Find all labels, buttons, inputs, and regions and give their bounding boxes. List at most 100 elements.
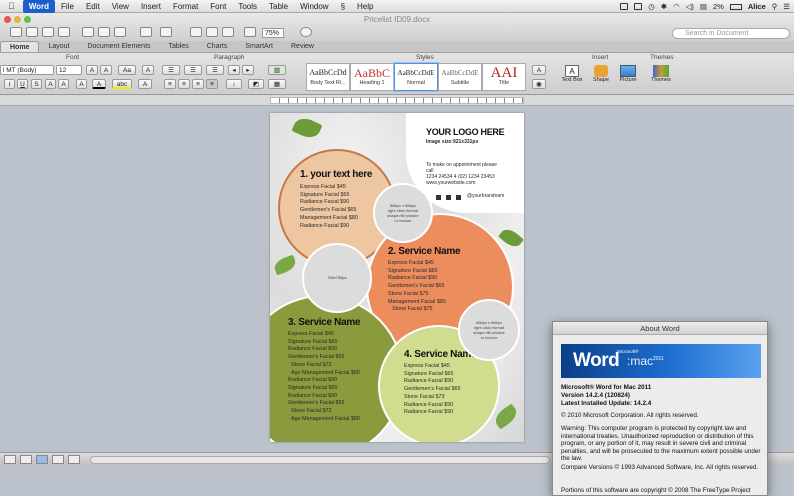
bullets-button[interactable]: ☰	[162, 65, 180, 75]
style-subtitle[interactable]: AaBbCcDdE Subtitle	[438, 63, 482, 91]
cut-icon[interactable]	[82, 27, 94, 37]
instagram-icon[interactable]	[456, 195, 461, 200]
volume-icon[interactable]: ◁)	[686, 2, 694, 11]
templates-icon[interactable]	[26, 27, 38, 37]
grow-font-button[interactable]: A	[86, 65, 98, 75]
justify-button[interactable]: ≡	[206, 79, 218, 89]
dialog-title[interactable]: About Word	[553, 322, 767, 335]
tab-review[interactable]: Review	[282, 41, 323, 52]
shape-button[interactable]: Shape	[590, 65, 612, 83]
multilevel-list-button[interactable]: ☰	[206, 65, 224, 75]
notebook-view-button[interactable]	[52, 455, 64, 464]
skype-icon[interactable]	[634, 3, 643, 10]
wifi-icon[interactable]: ◠	[673, 2, 680, 11]
style-preview: AaBbCcDdE	[441, 69, 479, 77]
copy-icon[interactable]	[98, 27, 110, 37]
menu-file[interactable]: File	[55, 0, 80, 13]
menu-font[interactable]: Font	[204, 0, 232, 13]
clock-icon[interactable]: ◷	[648, 2, 655, 11]
tab-document-elements[interactable]: Document Elements	[78, 41, 159, 52]
undo-icon[interactable]	[140, 27, 152, 37]
style-body-text[interactable]: AaBbCcDd Body Text Ri...	[306, 63, 350, 91]
show-formatting-icon[interactable]	[190, 27, 202, 37]
search-input[interactable]: Search in Document	[672, 28, 790, 39]
user-name[interactable]: Alice	[748, 2, 766, 11]
print-icon[interactable]	[58, 27, 70, 37]
text-box-button[interactable]: A Text Box	[560, 65, 584, 83]
ruler-scale[interactable]	[270, 97, 524, 104]
align-left-button[interactable]: ≡	[164, 79, 176, 89]
facebook-icon[interactable]	[436, 195, 441, 200]
superscript-button[interactable]: A	[45, 79, 56, 89]
tab-home[interactable]: Home	[0, 41, 40, 52]
text-effects-button[interactable]: A	[76, 79, 87, 89]
zoom-select[interactable]: 75%	[262, 28, 284, 38]
print-layout-view-button[interactable]	[36, 455, 48, 464]
dropbox-icon[interactable]	[620, 3, 629, 10]
line-spacing-button[interactable]: ↕	[226, 79, 242, 89]
notification-icon[interactable]: ☰	[783, 2, 790, 11]
align-right-button[interactable]: ≡	[192, 79, 204, 89]
menu-tools[interactable]: Tools	[232, 0, 263, 13]
strikethrough-button[interactable]: S	[31, 79, 42, 89]
styles-more-button[interactable]: ◉	[532, 79, 546, 89]
battery-percent[interactable]: 2%	[713, 2, 724, 11]
clear-formatting-button[interactable]: A	[142, 65, 154, 75]
change-case-button[interactable]: Aa	[118, 65, 136, 75]
flag-icon[interactable]: ▤	[700, 2, 707, 11]
redo-icon[interactable]	[160, 27, 172, 37]
app-menu-word[interactable]: Word	[22, 0, 56, 13]
tab-layout[interactable]: Layout	[39, 41, 78, 52]
tab-charts[interactable]: Charts	[198, 41, 237, 52]
menu-insert[interactable]: Insert	[135, 0, 167, 13]
shrink-font-button[interactable]: A	[100, 65, 112, 75]
menu-view[interactable]: View	[106, 0, 135, 13]
underline-button[interactable]: U	[17, 79, 28, 89]
increase-indent-button[interactable]: ▸	[242, 65, 254, 75]
save-icon[interactable]	[42, 27, 54, 37]
apple-menu-icon[interactable]: 	[0, 0, 23, 13]
subscript-button[interactable]: A	[58, 79, 69, 89]
shading-button[interactable]: ◩	[248, 79, 264, 89]
document-page[interactable]: YOUR LOGO HERE Image size:921x331px To m…	[270, 113, 524, 442]
borders-button[interactable]: ▦	[268, 79, 286, 89]
styles-pane-button[interactable]: A	[532, 65, 546, 75]
highlight-button[interactable]: abc	[112, 79, 132, 89]
draft-view-button[interactable]	[4, 455, 16, 464]
decrease-indent-button[interactable]: ◂	[228, 65, 240, 75]
numbering-button[interactable]: ☰	[184, 65, 202, 75]
help-icon[interactable]	[300, 27, 312, 37]
script-menu-icon[interactable]: §	[335, 0, 351, 13]
font-size-select[interactable]: 12	[56, 65, 82, 75]
menu-help[interactable]: Help	[351, 0, 379, 13]
new-doc-icon[interactable]	[10, 27, 22, 37]
menu-table[interactable]: Table	[263, 0, 294, 13]
style-normal[interactable]: AaBbCcDdE Normal	[394, 63, 438, 91]
tab-smartart[interactable]: SmartArt	[236, 41, 282, 52]
italic-button[interactable]: I	[4, 79, 15, 89]
themes-button[interactable]: Themes	[648, 65, 674, 83]
style-heading-1[interactable]: AaBbC Heading 1	[350, 63, 394, 91]
toolbox-icon[interactable]	[222, 27, 234, 37]
sidebar-icon[interactable]	[206, 27, 218, 37]
twitter-icon[interactable]	[446, 195, 451, 200]
spotlight-icon[interactable]: ⚲	[772, 2, 778, 11]
group-label-themes: Themes	[650, 54, 674, 61]
media-browser-icon[interactable]	[244, 27, 256, 37]
menu-window[interactable]: Window	[294, 0, 334, 13]
focus-view-button[interactable]	[68, 455, 80, 464]
align-center-button[interactable]: ≡	[178, 79, 190, 89]
font-color-button[interactable]: A	[92, 79, 106, 89]
columns-button[interactable]: ▥	[268, 65, 286, 75]
paste-icon[interactable]	[114, 27, 126, 37]
menu-format[interactable]: Format	[167, 0, 204, 13]
text-fill-button[interactable]: A	[138, 79, 152, 89]
style-title[interactable]: AAI Title	[482, 63, 526, 91]
bluetooth-icon[interactable]: ✱	[661, 2, 667, 11]
outline-view-button[interactable]	[20, 455, 32, 464]
picture-button[interactable]: Picture	[616, 65, 640, 83]
menu-edit[interactable]: Edit	[80, 0, 106, 13]
tab-tables[interactable]: Tables	[160, 41, 198, 52]
horizontal-scrollbar[interactable]	[90, 456, 550, 464]
font-name-select[interactable]: l MT (Body)	[0, 65, 54, 75]
